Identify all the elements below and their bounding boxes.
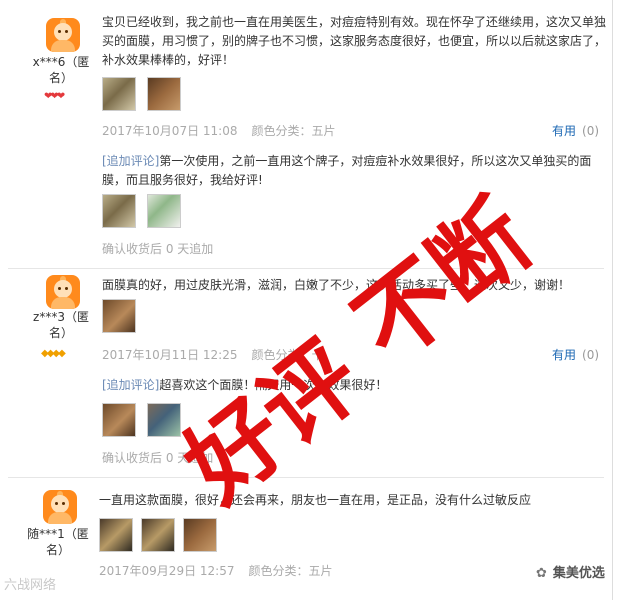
append-review-text: 第一次使用，之前一直用这个牌子，对痘痘补水效果很好，所以这次又单独买的面膜，而且… xyxy=(102,154,592,187)
review-photo-thumbnail[interactable] xyxy=(102,77,136,111)
review-photo-thumbnail[interactable] xyxy=(147,77,181,111)
append-review-meta: 确认收货后 0 天追加 xyxy=(102,451,214,465)
review-photo-thumbnail[interactable] xyxy=(102,403,136,437)
review-meta: 2017年10月11日 12:25 颜色分类：十 xyxy=(102,348,324,362)
review-photo-thumbnail[interactable] xyxy=(99,518,133,552)
review-content: 宝贝已经收到，我之前也一直在用美医生，对痘痘特别有效。现在怀孕了还继续用，这次又… xyxy=(102,15,607,67)
review-divider xyxy=(8,477,604,478)
user-rank-icon: ◆◆◆◆ xyxy=(41,348,66,359)
review-photo-thumbnail[interactable] xyxy=(102,299,136,333)
user-avatar[interactable] xyxy=(46,18,80,52)
watermark-right: ✿ 集美优选 xyxy=(536,566,605,582)
useful-button[interactable]: 有用 xyxy=(552,348,576,362)
useful-control: 有用 (0) xyxy=(552,124,599,138)
review-date: 2017年10月07日 11:08 xyxy=(102,124,238,138)
review-meta: 2017年09月29日 12:57 颜色分类：五片 xyxy=(99,564,333,578)
review-spec: 颜色分类：五片 xyxy=(248,564,333,578)
append-review-content: [追加评论]第一次使用，之前一直用这个牌子，对痘痘补水效果很好，所以这次又单独买… xyxy=(102,152,607,190)
review-photo-thumbnail[interactable] xyxy=(102,194,136,228)
review-divider xyxy=(8,268,604,269)
scroll-edge xyxy=(612,0,613,600)
append-review-photos xyxy=(102,194,182,228)
username: 随***1（匿名） xyxy=(27,527,89,557)
review-spec: 颜色分类：十 xyxy=(251,348,324,362)
username: x***6（匿名） xyxy=(32,55,90,85)
review-photos xyxy=(102,299,138,333)
review-photos xyxy=(99,518,219,552)
append-review-meta: 确认收货后 0 天追加 xyxy=(102,242,214,256)
review-photo-thumbnail[interactable] xyxy=(183,518,217,552)
append-review-text: 超喜欢这个面膜！隔天用一次，效果很好！ xyxy=(159,378,388,392)
review-content: 一直用这款面膜，很好，还会再来，朋友也一直在用，是正品，没有什么过敏反应 xyxy=(99,493,532,507)
useful-control: 有用 (0) xyxy=(552,348,599,362)
review-photo-thumbnail[interactable] xyxy=(147,194,181,228)
review-content: 面膜真的好，用过皮肤光滑，滋润，白嫩了不少，这次活动多买了些，这次又少，谢谢！ xyxy=(102,278,571,292)
useful-count: (0) xyxy=(582,348,600,362)
watermark-left: 六战网络 xyxy=(4,578,57,593)
user-avatar[interactable] xyxy=(43,490,77,524)
review-date: 2017年09月29日 12:57 xyxy=(99,564,235,578)
user-rank-icon: ❤❤❤ xyxy=(44,91,65,102)
review-list: x***6（匿名） ❤❤❤ 宝贝已经收到，我之前也一直在用美医生，对痘痘特别有效… xyxy=(0,0,618,600)
username: z***3（匿名） xyxy=(33,310,89,340)
user-avatar[interactable] xyxy=(46,275,80,309)
append-review-tag: [追加评论] xyxy=(102,378,160,392)
append-review-tag: [追加评论] xyxy=(102,154,160,168)
useful-button[interactable]: 有用 xyxy=(552,124,576,138)
review-photo-thumbnail[interactable] xyxy=(147,403,181,437)
review-spec: 颜色分类：五片 xyxy=(251,124,336,138)
append-review-photos xyxy=(102,403,182,437)
review-photos xyxy=(102,77,182,111)
wechat-icon: ✿ xyxy=(536,566,547,581)
useful-count: (0) xyxy=(582,124,600,138)
append-review-content: [追加评论]超喜欢这个面膜！隔天用一次，效果很好！ xyxy=(102,376,607,395)
review-date: 2017年10月11日 12:25 xyxy=(102,348,238,362)
review-photo-thumbnail[interactable] xyxy=(141,518,175,552)
watermark-right-text: 集美优选 xyxy=(552,566,605,581)
review-meta: 2017年10月07日 11:08 颜色分类：五片 xyxy=(102,124,336,138)
